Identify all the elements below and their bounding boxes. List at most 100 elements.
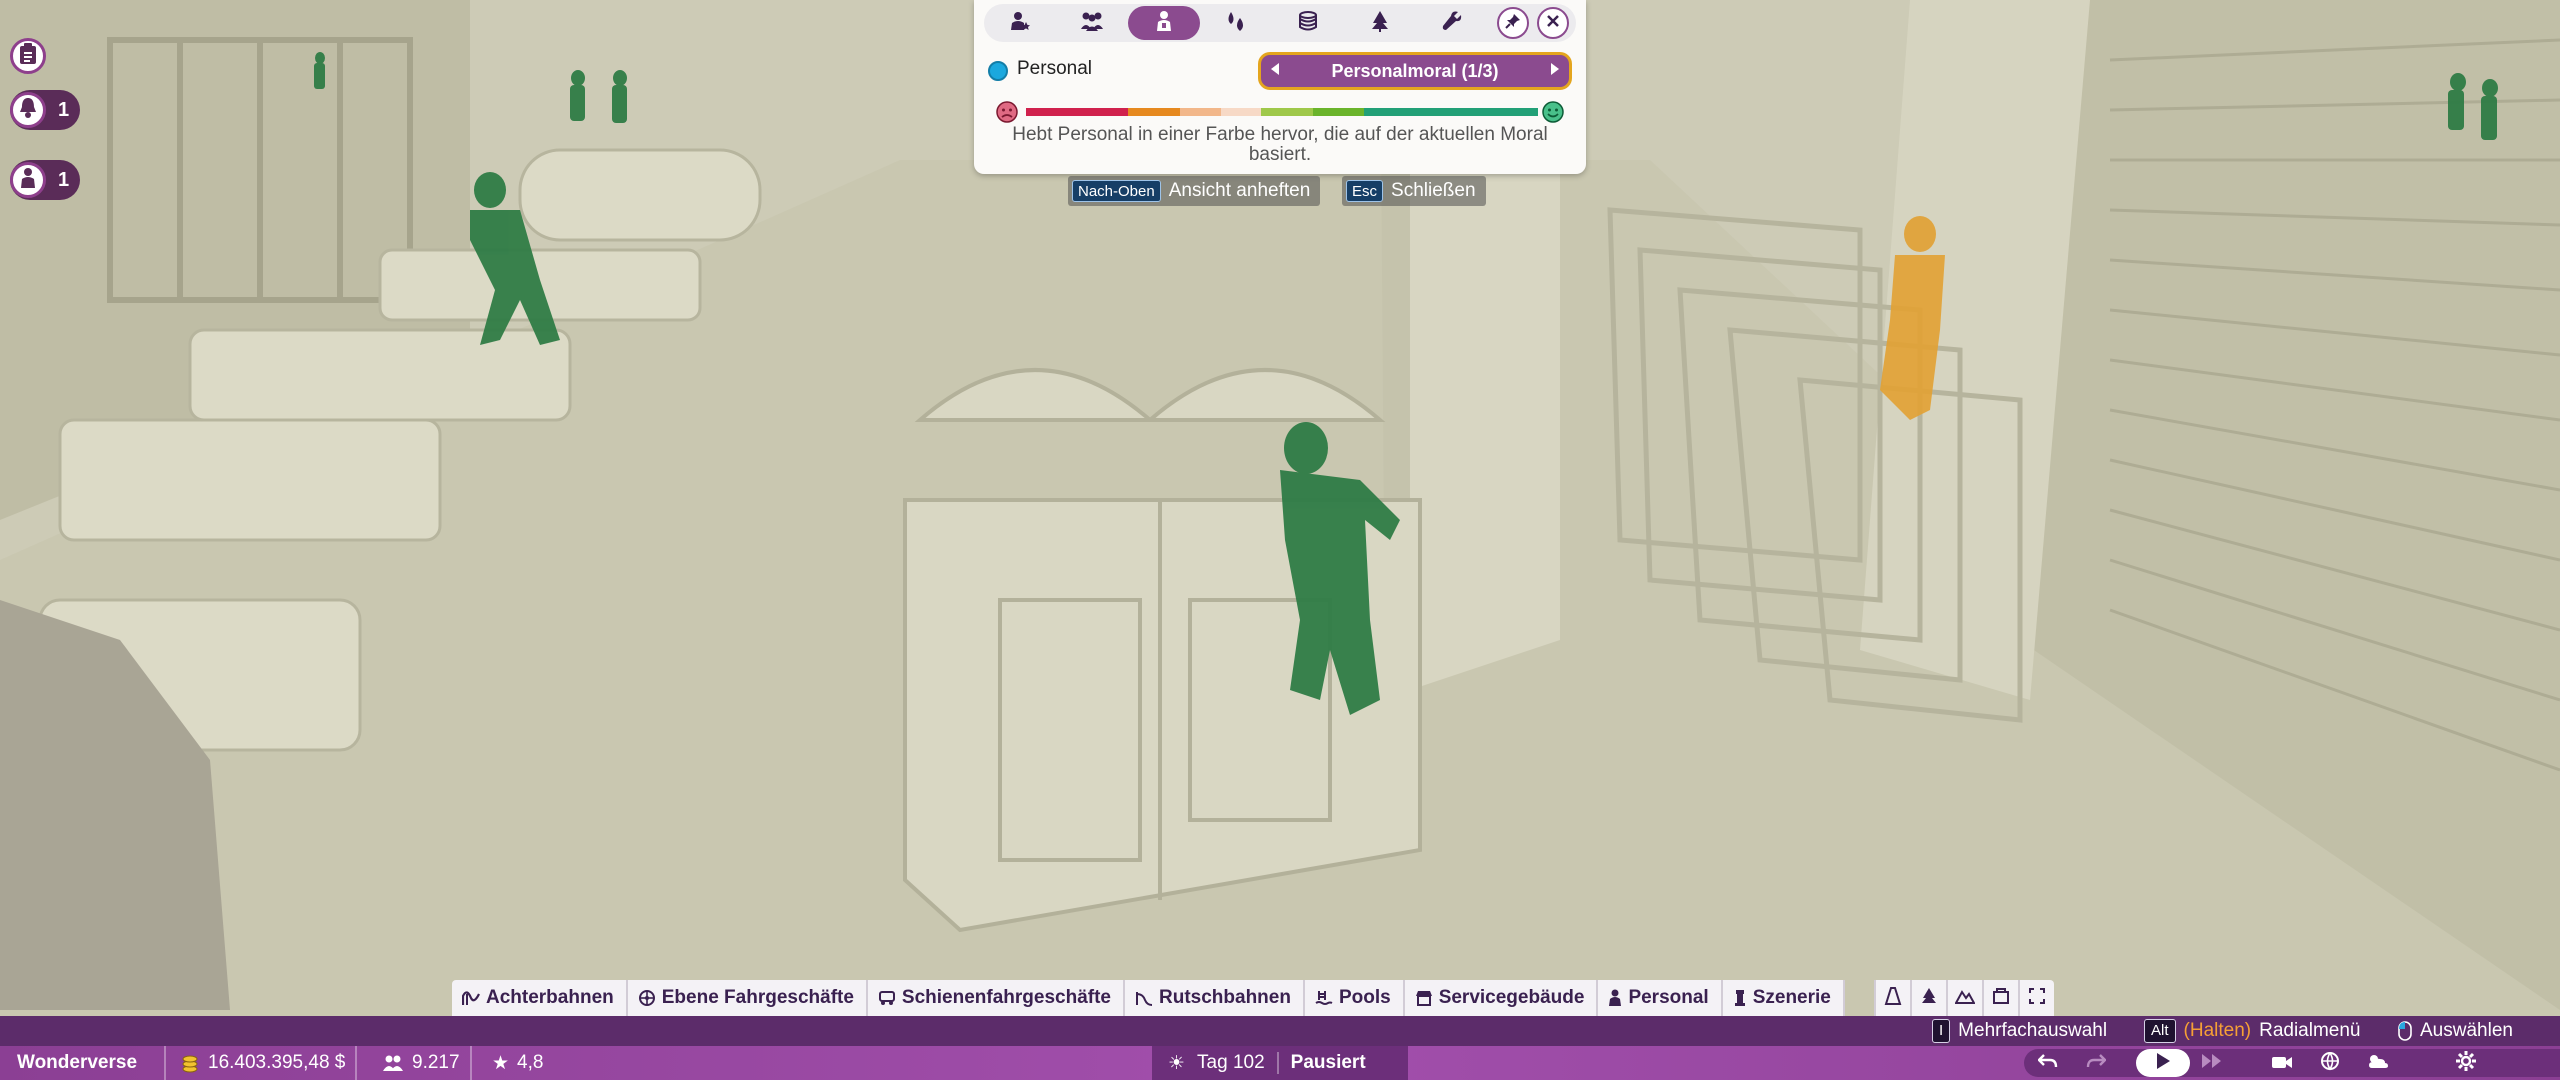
guests-group-icon (1079, 10, 1105, 37)
notifications-button[interactable]: 1 (10, 90, 80, 130)
view-overlay-panel: Personal Personalmoral (1/3) Hebt Person… (974, 0, 1586, 174)
guests-group-tab[interactable] (1056, 6, 1128, 40)
guest-star-tab[interactable] (984, 6, 1056, 40)
category-tab-scenery[interactable]: Szenerie (1722, 980, 1845, 1016)
radial-menu-hint[interactable]: Alt (Halten) Radialmenü (2144, 1018, 2361, 1044)
category-tab-coasters[interactable]: Achterbahnen (452, 980, 628, 1016)
category-label: Szenerie (1752, 987, 1831, 1008)
expand-tool-button[interactable] (2018, 980, 2054, 1016)
pin-view-button[interactable] (1497, 7, 1529, 39)
date-status-display: ☀ Tag 102 Pausiert (1152, 1046, 1408, 1080)
chevron-left-icon (1270, 62, 1280, 81)
category-label: Rutschbahnen (1159, 987, 1291, 1008)
category-label: Servicegebäude (1438, 987, 1585, 1008)
weather-button[interactable] (2354, 1049, 2402, 1077)
flat-ride-icon (638, 989, 656, 1007)
hint-label: Ansicht anheften (1168, 180, 1311, 201)
category-tab-staff[interactable]: Personal (1598, 980, 1723, 1016)
layer-name: Personal (1017, 58, 1092, 79)
category-label: Schienenfahrgeschäfte (901, 987, 1111, 1008)
category-tab-flat-rides[interactable]: Ebene Fahrgeschäfte (627, 980, 868, 1016)
chevron-right-icon (1550, 62, 1560, 81)
multi-select-hint[interactable]: I Mehrfachauswahl (1932, 1018, 2107, 1044)
overlay-description: Hebt Personal in einer Farbe hervor, die… (1012, 124, 1548, 165)
pool-icon (1315, 990, 1333, 1006)
select-hint[interactable]: Auswählen (2398, 1018, 2513, 1044)
fast-forward-icon (2201, 1053, 2227, 1074)
undo-button[interactable] (2024, 1049, 2072, 1077)
coaster-icon (462, 990, 480, 1006)
radial-menu-label: Radialmenü (2259, 1020, 2361, 1041)
overlay-mode-label: Personalmoral (1/3) (1331, 60, 1499, 81)
stacked-coins-icon (1297, 10, 1319, 37)
morale-color-scale (996, 100, 1564, 124)
category-tab-track-rides[interactable]: Schienenfahrgeschäfte (867, 980, 1125, 1016)
alt-key: Alt (2144, 1019, 2176, 1043)
guest-count-display[interactable]: 9.217 (382, 1046, 472, 1080)
control-hints-bar: I Mehrfachauswahl Alt (Halten) Radialmen… (0, 1016, 2560, 1046)
needs-tab[interactable] (1200, 6, 1272, 40)
paths-tool-button[interactable] (1874, 980, 1910, 1016)
fast-forward-button[interactable] (2190, 1049, 2238, 1077)
build-tools-bar (1874, 980, 2054, 1016)
day-label: Tag 102 (1197, 1052, 1279, 1074)
category-label: Achterbahnen (486, 987, 614, 1008)
morale-scale-segment (1363, 108, 1538, 116)
park-name[interactable]: Wonderverse (0, 1046, 166, 1080)
staff-icon (19, 167, 37, 194)
game-state-label: Pausiert (1290, 1052, 1366, 1073)
camera-button[interactable] (2258, 1049, 2306, 1077)
staff-alerts-button[interactable]: 1 (10, 160, 80, 200)
visibility-button[interactable] (2306, 1049, 2354, 1077)
trees-icon (1920, 987, 1938, 1010)
morale-scale-segment (1261, 108, 1313, 116)
pin-icon (1505, 13, 1521, 34)
select-label: Auswählen (2420, 1020, 2513, 1041)
category-tab-pools[interactable]: Pools (1304, 980, 1405, 1016)
clipboard-button[interactable] (10, 38, 46, 74)
next-mode-button[interactable] (1541, 55, 1569, 87)
service-building-icon (1415, 990, 1433, 1006)
staff-tab[interactable] (1128, 6, 1200, 40)
scenery-tab[interactable] (1344, 6, 1416, 40)
redo-icon (2086, 1053, 2107, 1074)
paths-icon (1884, 986, 1902, 1010)
category-tab-slides[interactable]: Rutschbahnen (1125, 980, 1305, 1016)
scenery-icon (1733, 989, 1747, 1007)
multi-select-label: Mehrfachauswahl (1958, 1020, 2108, 1041)
overlay-mode-selector[interactable]: Personalmoral (1/3) (1258, 52, 1572, 90)
hold-label: (Halten) (2183, 1020, 2252, 1041)
money-display[interactable]: 16.403.395,48 $ (180, 1046, 358, 1080)
clipboard-icon (19, 42, 37, 70)
hint-key: Esc (1346, 180, 1384, 202)
pin-view-hint[interactable]: Nach-Oben Ansicht anheften (1068, 176, 1321, 206)
morale-scale-segment (1179, 108, 1221, 116)
maintenance-tab[interactable] (1416, 6, 1488, 40)
blueprint-tool-button[interactable] (1982, 980, 2018, 1016)
overlay-category-toolbar (984, 4, 1576, 42)
close-hint[interactable]: Esc Schließen (1342, 176, 1486, 206)
terrain-tool-button[interactable] (1946, 980, 1982, 1016)
park-rating-display[interactable]: ★ 4,8 (492, 1046, 543, 1080)
settings-button[interactable] (2442, 1049, 2490, 1077)
mouse-icon (2398, 1021, 2412, 1041)
play-button[interactable] (2136, 1049, 2190, 1077)
track-ride-icon (878, 990, 896, 1006)
finance-tab[interactable] (1272, 6, 1344, 40)
guest-star-icon (1009, 10, 1031, 37)
morale-scale-segment (1220, 108, 1262, 116)
guests-icon (382, 1054, 404, 1072)
morale-scale-segment (1312, 108, 1364, 116)
close-panel-button[interactable] (1537, 7, 1569, 39)
bell-icon (18, 97, 38, 124)
blueprint-icon (1992, 987, 2010, 1010)
trees-tool-button[interactable] (1910, 980, 1946, 1016)
staff-icon (1608, 989, 1622, 1007)
star-icon: ★ (492, 1052, 510, 1074)
category-tab-service-buildings[interactable]: Servicegebäude (1404, 980, 1599, 1016)
category-label: Ebene Fahrgeschäfte (661, 987, 854, 1008)
close-icon (1546, 14, 1560, 33)
build-category-bar: Achterbahnen Ebene Fahrgeschäfte Schiene… (452, 980, 1845, 1016)
redo-button[interactable] (2072, 1049, 2120, 1077)
previous-mode-button[interactable] (1261, 55, 1289, 87)
